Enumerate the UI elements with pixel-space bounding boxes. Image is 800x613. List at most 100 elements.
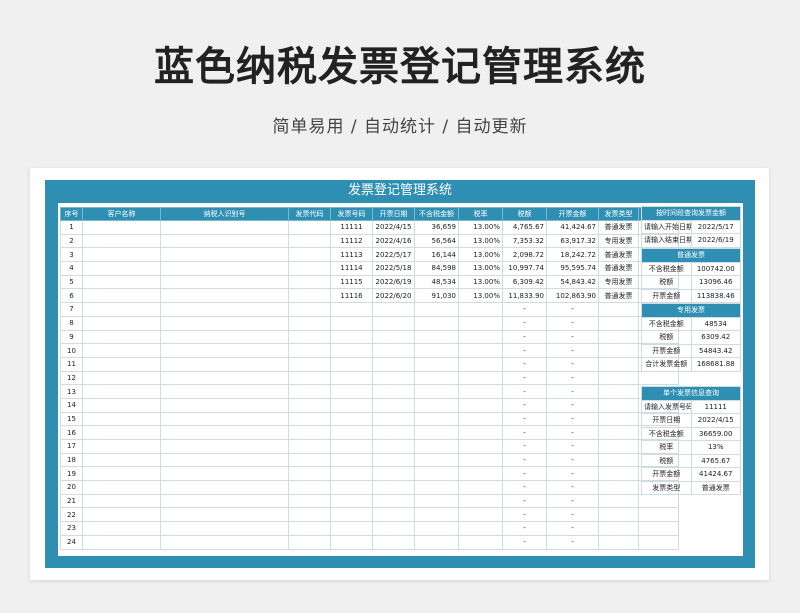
cell-code[interactable]: [288, 425, 331, 440]
cell-no[interactable]: 20: [60, 480, 83, 495]
cell-customer[interactable]: [82, 370, 161, 386]
cell-rate[interactable]: [458, 397, 503, 413]
cell-amount[interactable]: [414, 356, 459, 372]
cell-number[interactable]: [330, 534, 373, 550]
cell-customer[interactable]: [82, 466, 161, 482]
cell-total[interactable]: -: [546, 534, 599, 550]
cell-taxid[interactable]: [160, 439, 289, 454]
cell-total[interactable]: 54,843.42: [546, 274, 599, 290]
cell-code[interactable]: [288, 452, 331, 468]
cell-total[interactable]: -: [546, 521, 599, 536]
cell-number[interactable]: [330, 480, 373, 495]
cell-no[interactable]: 11: [60, 356, 83, 372]
cell-note[interactable]: [638, 370, 679, 386]
cell-rate[interactable]: 13.00%: [458, 288, 503, 304]
cell-code[interactable]: [288, 233, 331, 249]
cell-amount[interactable]: [414, 466, 459, 482]
cell-rate[interactable]: [458, 302, 503, 317]
cell-customer[interactable]: [82, 534, 161, 550]
cell-date[interactable]: [372, 329, 415, 345]
cell-total[interactable]: -: [546, 302, 599, 317]
cell-tax[interactable]: 11,833.90: [502, 288, 547, 304]
end-date-input[interactable]: 2022/6/19: [690, 233, 741, 248]
cell-number[interactable]: [330, 452, 373, 468]
cell-amount[interactable]: [414, 452, 459, 468]
cell-total[interactable]: 41,424.67: [546, 220, 599, 235]
cell-amount[interactable]: [414, 384, 459, 399]
cell-date[interactable]: [372, 425, 415, 440]
cell-type[interactable]: [598, 343, 639, 358]
cell-note[interactable]: [638, 493, 679, 509]
cell-amount[interactable]: [414, 411, 459, 427]
cell-number[interactable]: [330, 507, 373, 523]
cell-number[interactable]: [330, 439, 373, 454]
cell-taxid[interactable]: [160, 274, 289, 290]
cell-rate[interactable]: [458, 329, 503, 345]
cell-date[interactable]: [372, 493, 415, 509]
cell-customer[interactable]: [82, 439, 161, 454]
cell-code[interactable]: [288, 507, 331, 523]
cell-total[interactable]: -: [546, 329, 599, 345]
cell-type[interactable]: 普通发票: [598, 220, 639, 235]
cell-taxid[interactable]: [160, 247, 289, 263]
cell-no[interactable]: 5: [60, 274, 83, 290]
cell-amount[interactable]: [414, 493, 459, 509]
cell-date[interactable]: [372, 452, 415, 468]
cell-tax[interactable]: -: [502, 302, 547, 317]
cell-no[interactable]: 10: [60, 343, 83, 358]
cell-rate[interactable]: [458, 370, 503, 386]
cell-number[interactable]: 11112: [330, 233, 373, 249]
cell-code[interactable]: [288, 288, 331, 304]
cell-rate[interactable]: [458, 534, 503, 550]
cell-rate[interactable]: [458, 384, 503, 399]
cell-rate[interactable]: [458, 439, 503, 454]
cell-type[interactable]: [598, 370, 639, 386]
cell-code[interactable]: [288, 261, 331, 276]
cell-amount[interactable]: 91,030: [414, 288, 459, 304]
cell-total[interactable]: -: [546, 397, 599, 413]
cell-no[interactable]: 9: [60, 329, 83, 345]
cell-taxid[interactable]: [160, 302, 289, 317]
cell-customer[interactable]: [82, 452, 161, 468]
cell-total[interactable]: -: [546, 356, 599, 372]
cell-type[interactable]: [598, 384, 639, 399]
cell-customer[interactable]: [82, 343, 161, 358]
cell-taxid[interactable]: [160, 466, 289, 482]
cell-no[interactable]: 14: [60, 397, 83, 413]
cell-number[interactable]: 11115: [330, 274, 373, 290]
cell-date[interactable]: [372, 370, 415, 386]
cell-code[interactable]: [288, 356, 331, 372]
cell-no[interactable]: 23: [60, 521, 83, 536]
cell-total[interactable]: 18,242.72: [546, 247, 599, 263]
cell-type[interactable]: 普通发票: [598, 288, 639, 304]
cell-code[interactable]: [288, 220, 331, 235]
cell-tax[interactable]: -: [502, 507, 547, 523]
cell-tax[interactable]: -: [502, 397, 547, 413]
cell-customer[interactable]: [82, 233, 161, 249]
cell-amount[interactable]: [414, 370, 459, 386]
cell-amount[interactable]: 48,534: [414, 274, 459, 290]
cell-total[interactable]: -: [546, 315, 599, 331]
cell-number[interactable]: 11111: [330, 220, 373, 235]
cell-total[interactable]: -: [546, 466, 599, 482]
cell-total[interactable]: -: [546, 507, 599, 523]
cell-taxid[interactable]: [160, 425, 289, 440]
cell-number[interactable]: [330, 302, 373, 317]
cell-tax[interactable]: 7,353.32: [502, 233, 547, 249]
cell-no[interactable]: 24: [60, 534, 83, 550]
cell-total[interactable]: -: [546, 452, 599, 468]
cell-no[interactable]: 6: [60, 288, 83, 304]
cell-no[interactable]: 12: [60, 370, 83, 386]
cell-date[interactable]: [372, 397, 415, 413]
cell-amount[interactable]: 56,564: [414, 233, 459, 249]
cell-number[interactable]: [330, 329, 373, 345]
cell-type[interactable]: [598, 315, 639, 331]
cell-tax[interactable]: 2,098.72: [502, 247, 547, 263]
cell-tax[interactable]: -: [502, 480, 547, 495]
cell-date[interactable]: 2022/6/19: [372, 274, 415, 290]
cell-code[interactable]: [288, 534, 331, 550]
cell-customer[interactable]: [82, 261, 161, 276]
cell-customer[interactable]: [82, 329, 161, 345]
cell-amount[interactable]: [414, 425, 459, 440]
cell-amount[interactable]: [414, 343, 459, 358]
